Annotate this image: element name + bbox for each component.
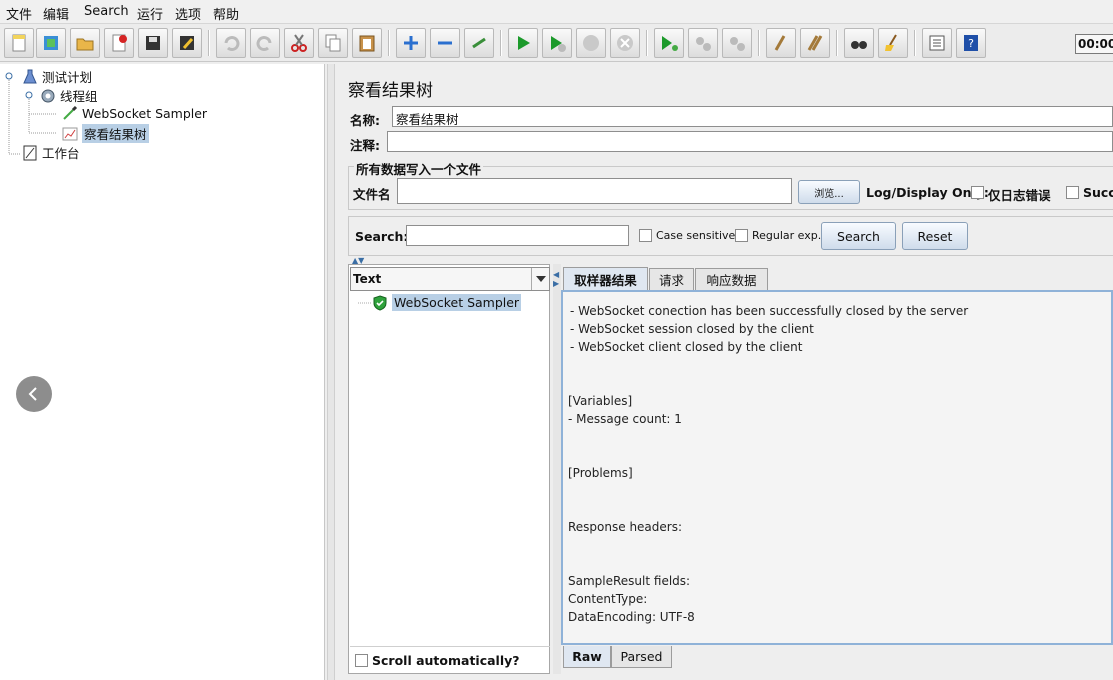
search-button[interactable]: Search — [821, 222, 896, 250]
results-divider[interactable]: ◀ ▶ — [553, 264, 561, 674]
regex-checkbox[interactable] — [735, 229, 748, 242]
elapsed-timer: 00:00:0 — [1075, 34, 1113, 54]
sampler-result-text[interactable]: - WebSocket conection has been successfu… — [561, 290, 1113, 645]
case-sensitive-label: Case sensitive — [656, 229, 736, 242]
copy-icon[interactable] — [318, 28, 348, 58]
collapse-arrows-icon[interactable]: ◀ ▶ — [553, 270, 559, 288]
shutdown-icon[interactable] — [610, 28, 640, 58]
tree-item-test-plan[interactable]: 测试计划 — [22, 67, 92, 86]
split-pane-divider[interactable] — [327, 64, 335, 680]
comment-field[interactable] — [387, 131, 1113, 152]
reset-button[interactable]: Reset — [902, 222, 968, 250]
workbench-icon — [22, 145, 38, 161]
help-icon[interactable]: ? — [956, 28, 986, 58]
remote-start-icon[interactable] — [654, 28, 684, 58]
collapse-icon[interactable] — [430, 28, 460, 58]
gear-icon — [40, 88, 56, 104]
menu-file[interactable]: 文件 — [6, 4, 32, 23]
detail-line: - Message count: 1 — [568, 412, 682, 426]
comment-label: 注释: — [350, 138, 380, 153]
menu-run[interactable]: 运行 — [137, 4, 163, 23]
binoculars-icon[interactable] — [844, 28, 874, 58]
function-helper-icon[interactable] — [922, 28, 952, 58]
test-plan-tree[interactable]: 测试计划 线程组 WebSocket Sampler 察看结果树 工作台 — [0, 64, 325, 680]
paste-icon[interactable] — [352, 28, 382, 58]
tree-item-thread-group[interactable]: 线程组 — [40, 86, 98, 105]
detail-line: ContentType: — [568, 592, 648, 606]
new-icon[interactable] — [4, 28, 34, 58]
templates-icon[interactable] — [36, 28, 66, 58]
renderer-value: Text — [353, 272, 382, 286]
menu-help[interactable]: 帮助 — [213, 4, 239, 23]
tab-sampler-result[interactable]: 取样器结果 — [563, 267, 648, 291]
file-group-label: 所有数据写入一个文件 — [354, 159, 484, 178]
toolbar: ? — [0, 24, 1113, 62]
chart-icon — [62, 126, 78, 142]
success-shield-icon — [372, 294, 388, 311]
flask-icon — [22, 69, 38, 85]
menu-options[interactable]: 选项 — [175, 4, 201, 23]
chevron-left-icon — [28, 387, 37, 401]
clear-icon[interactable] — [766, 28, 796, 58]
menu-edit[interactable]: 编辑 — [43, 4, 69, 23]
back-nav-button[interactable] — [16, 376, 52, 412]
detail-line: [Variables] — [568, 394, 633, 408]
detail-line: - WebSocket session closed by the client — [570, 322, 814, 336]
remote-shutdown-icon[interactable] — [722, 28, 752, 58]
pipette-icon — [62, 105, 78, 121]
cut-icon[interactable] — [284, 28, 314, 58]
clear-all-icon[interactable] — [800, 28, 830, 58]
tab-parsed[interactable]: Parsed — [611, 646, 672, 668]
detail-line: - WebSocket conection has been successfu… — [570, 304, 969, 318]
tree-item-workbench[interactable]: 工作台 — [22, 143, 80, 162]
detail-line: - WebSocket client closed by the client — [570, 340, 803, 354]
detail-line: Response headers: — [568, 520, 683, 534]
undo-icon[interactable] — [216, 28, 246, 58]
case-sensitive-checkbox[interactable] — [639, 229, 652, 242]
tab-request[interactable]: 请求 — [649, 268, 694, 290]
chevron-down-icon[interactable] — [531, 268, 549, 290]
search-label: Search: — [355, 229, 409, 244]
successes-only-checkbox[interactable] — [1066, 186, 1079, 199]
start-no-pause-icon[interactable] — [542, 28, 572, 58]
browse-button[interactable]: 浏览... — [798, 180, 860, 204]
results-tree-panel — [348, 264, 550, 674]
menu-bar: 文件 编辑 Search 运行 选项 帮助 — [0, 0, 1113, 24]
filename-input[interactable] — [397, 178, 792, 204]
name-label: 名称: — [350, 113, 380, 128]
errors-only-checkbox[interactable] — [971, 186, 984, 199]
start-icon[interactable] — [508, 28, 538, 58]
toggle-icon[interactable] — [464, 28, 494, 58]
expand-icon[interactable] — [396, 28, 426, 58]
save-icon[interactable] — [138, 28, 168, 58]
close-icon[interactable] — [104, 28, 134, 58]
scroll-auto-label: Scroll automatically? — [372, 653, 520, 668]
detail-line: SampleResult fields: — [568, 574, 691, 588]
detail-line: DataEncoding: UTF-8 — [568, 610, 695, 624]
name-field[interactable]: 察看结果树 — [392, 106, 1113, 127]
remote-stop-icon[interactable] — [688, 28, 718, 58]
regex-label: Regular exp. — [752, 229, 822, 242]
stop-icon[interactable] — [576, 28, 606, 58]
search-input[interactable] — [406, 225, 629, 246]
save-as-icon[interactable] — [172, 28, 202, 58]
tab-raw[interactable]: Raw — [563, 646, 611, 668]
broom-icon[interactable] — [878, 28, 908, 58]
page-title: 察看结果树 — [348, 81, 433, 101]
detail-line: [Problems] — [568, 466, 633, 480]
renderer-select[interactable]: Text — [350, 267, 550, 291]
successes-only-label: Succ — [1083, 185, 1113, 200]
tree-item-sampler[interactable]: WebSocket Sampler — [62, 105, 207, 121]
filename-label: 文件名 — [353, 187, 391, 202]
scroll-auto-checkbox[interactable] — [355, 654, 368, 667]
tree-item-listener[interactable]: 察看结果树 — [62, 124, 149, 143]
result-item-sampler[interactable]: WebSocket Sampler — [372, 294, 522, 311]
errors-only-label: 仅日志错误 — [988, 188, 1051, 203]
redo-icon[interactable] — [250, 28, 280, 58]
svg-text:?: ? — [968, 37, 974, 50]
menu-search[interactable]: Search — [84, 4, 129, 19]
open-icon[interactable] — [70, 28, 100, 58]
tab-response-data[interactable]: 响应数据 — [695, 268, 768, 290]
